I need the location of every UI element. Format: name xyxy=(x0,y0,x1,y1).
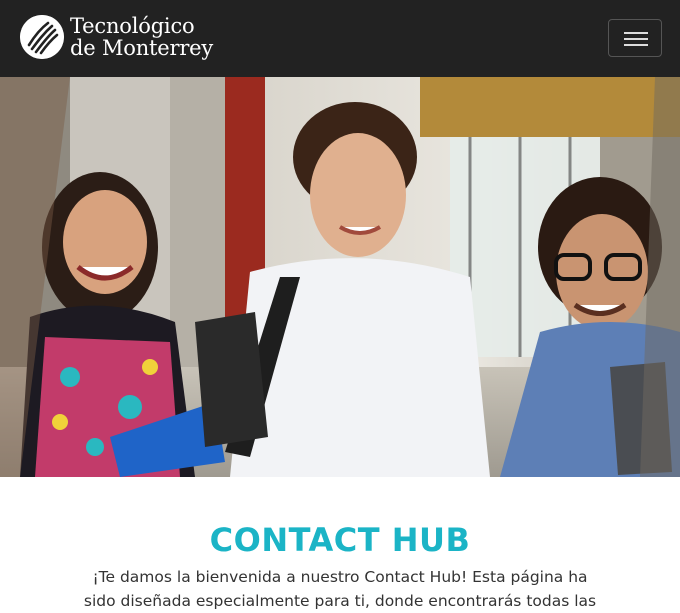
intro-paragraph: ¡Te damos la bienvenida a nuestro Contac… xyxy=(83,568,597,610)
menu-toggle-button[interactable] xyxy=(608,19,662,57)
page-title: CONTACT HUB xyxy=(209,521,471,559)
contact-hub-section: CONTACT HUB ¡Te damos la bienvenida a nu… xyxy=(0,477,680,610)
brand-logo-link[interactable]: Tecnológico de Monterrey xyxy=(20,15,213,59)
top-navbar: Tecnológico de Monterrey xyxy=(0,0,680,77)
brand-name-line1: Tecnológico xyxy=(70,14,195,38)
brand-name-line2: de Monterrey xyxy=(70,36,214,60)
tec-monterrey-logo-icon xyxy=(20,15,64,59)
brand-name: Tecnológico de Monterrey xyxy=(70,15,213,59)
hero-image xyxy=(0,77,680,477)
